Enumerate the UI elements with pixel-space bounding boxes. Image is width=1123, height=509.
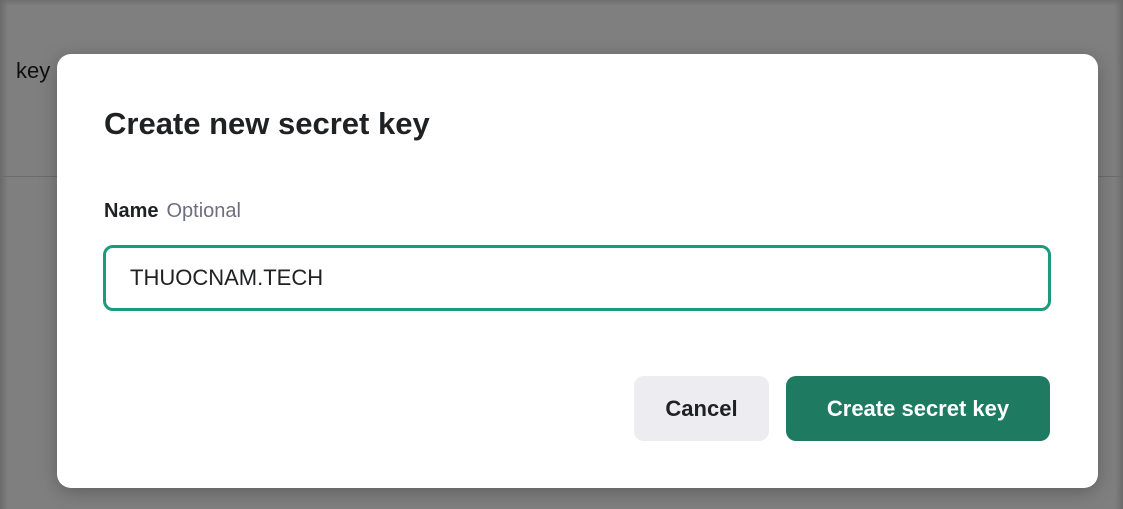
name-input[interactable]	[103, 245, 1051, 311]
create-secret-key-button[interactable]: Create secret key	[786, 376, 1050, 441]
name-field-label: Name Optional	[104, 200, 241, 223]
cancel-button[interactable]: Cancel	[634, 376, 769, 441]
dialog-title: Create new secret key	[104, 106, 430, 141]
frame-shadow-left	[0, 0, 8, 509]
name-label: Name	[104, 200, 159, 222]
frame-shadow-right	[1115, 0, 1123, 509]
frame-shadow-top	[0, 0, 1123, 6]
create-secret-key-dialog: Create new secret key Name Optional Cance…	[57, 54, 1098, 488]
optional-hint: Optional	[166, 200, 241, 222]
